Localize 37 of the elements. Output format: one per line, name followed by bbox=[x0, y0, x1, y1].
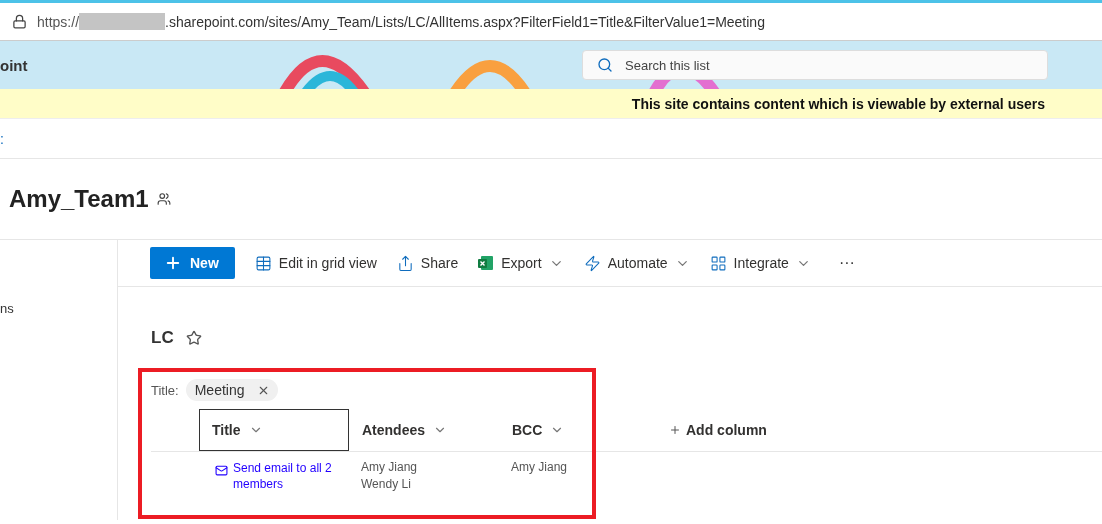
sidebar-fragment[interactable]: ns bbox=[0, 301, 14, 316]
grid-icon bbox=[254, 254, 272, 272]
filter-label: Title: bbox=[151, 382, 179, 398]
notice-text: This site contains content which is viewable by external users bbox=[631, 97, 1045, 112]
toolbar-button[interactable]: Automate bbox=[583, 254, 690, 272]
column-header[interactable]: Title bbox=[199, 409, 349, 451]
url-field[interactable]: https:// .sharepoint.com/sites/Amy_Team/Lists/LC/AllItems.aspx?FilterField1=Title&FilterValue1=Meeting bbox=[37, 13, 765, 30]
search-input[interactable]: Search this list bbox=[623, 56, 1047, 74]
site-name-fragment: oint bbox=[0, 56, 28, 74]
spreadsheet-icon bbox=[478, 255, 495, 271]
toolbar-button[interactable]: Export bbox=[478, 255, 564, 271]
person-name: Amy Jiang bbox=[511, 460, 569, 474]
filter-value: Meeting bbox=[194, 382, 245, 398]
search-icon bbox=[597, 57, 613, 73]
nav-fragment[interactable]: : bbox=[0, 130, 4, 147]
column-header[interactable]: Atendees bbox=[349, 409, 499, 451]
person-name: Wendy Li bbox=[361, 477, 412, 491]
new-button[interactable]: New bbox=[150, 247, 235, 279]
share-icon bbox=[396, 254, 414, 272]
search-field[interactable]: Search this list bbox=[582, 50, 1048, 80]
lightning-icon bbox=[583, 254, 601, 272]
toolbar-button[interactable]: Integrate bbox=[709, 254, 811, 272]
mail-icon bbox=[215, 464, 228, 477]
plus-icon bbox=[669, 424, 681, 436]
toolbar-button[interactable]: Edit in grid view bbox=[254, 254, 377, 272]
add-column-button[interactable]: Add column bbox=[649, 409, 773, 451]
send-email-link[interactable]: Send email to all 2 members bbox=[211, 460, 335, 492]
more-button[interactable]: ··· bbox=[830, 254, 855, 272]
star-icon[interactable] bbox=[185, 330, 202, 346]
person-name: Amy Jiang bbox=[361, 460, 419, 474]
column-header[interactable]: BCC bbox=[499, 409, 649, 451]
plus-icon bbox=[164, 254, 182, 272]
toolbar-button[interactable]: Share bbox=[396, 254, 459, 272]
site-title: Amy_Team1 bbox=[9, 185, 149, 213]
panels-icon bbox=[709, 254, 727, 272]
lock-icon bbox=[12, 14, 27, 29]
list-name: LC bbox=[151, 328, 174, 348]
